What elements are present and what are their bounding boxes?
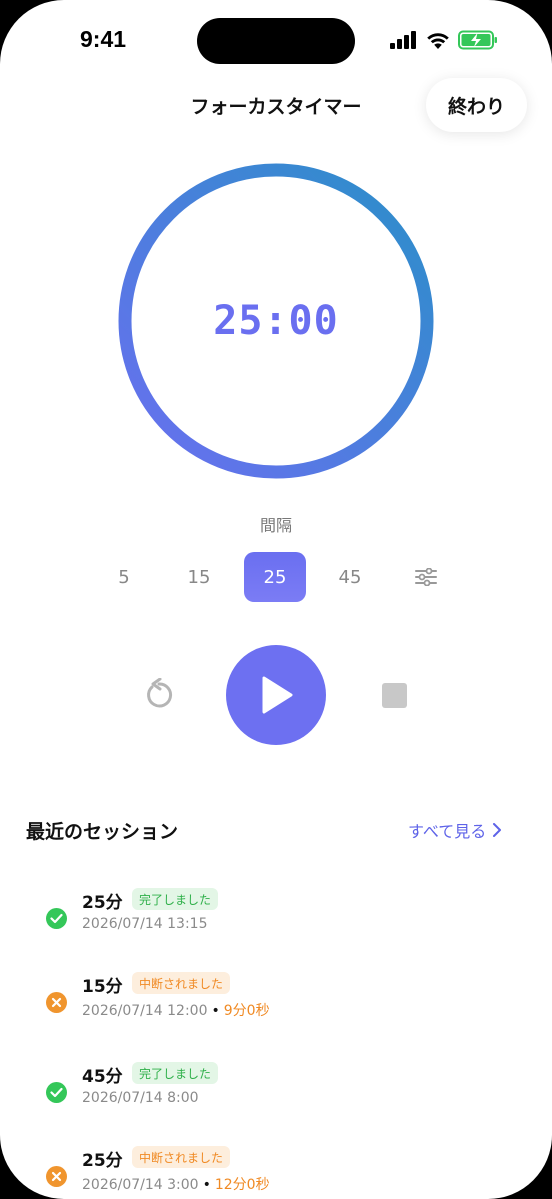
session-item[interactable]: 25分 中断されました 2026/07/14 3:00 • 12分0秒 — [46, 1146, 526, 1199]
interval-settings-button[interactable] — [410, 552, 442, 602]
play-icon — [262, 676, 293, 714]
x-circle-icon — [46, 992, 67, 1013]
phone-screen: 9:41 フォーカスタイマー 終わり 25:00 間隔 5 15 25 45 最… — [0, 0, 552, 1199]
session-elapsed: 9分0秒 — [223, 1003, 270, 1019]
session-duration: 45分 — [82, 1067, 123, 1087]
session-duration: 15分 — [82, 977, 123, 997]
check-circle-icon — [46, 1082, 67, 1103]
reset-icon — [147, 678, 173, 708]
interval-option-5[interactable]: 5 — [93, 552, 155, 602]
stop-button[interactable] — [382, 683, 407, 708]
x-circle-icon — [46, 1166, 67, 1187]
reset-button[interactable] — [140, 676, 178, 714]
session-item[interactable]: 15分 中断されました 2026/07/14 12:00 • 9分0秒 — [46, 972, 526, 1032]
session-meta: 2026/07/14 8:00 — [82, 1090, 199, 1106]
meta-separator: • — [202, 1177, 211, 1193]
wifi-icon — [427, 32, 449, 49]
meta-separator: • — [211, 1003, 220, 1019]
session-item[interactable]: 45分 完了しました 2026/07/14 8:00 — [46, 1062, 526, 1122]
session-duration: 25分 — [82, 1151, 123, 1171]
session-duration: 25分 — [82, 893, 123, 913]
battery-charging-icon — [458, 30, 497, 50]
session-datetime: 2026/07/14 12:00 — [82, 1003, 208, 1019]
interval-label: 間隔 — [259, 516, 292, 535]
session-datetime: 2026/07/14 8:00 — [82, 1090, 199, 1106]
see-all-label: すべて見る — [408, 822, 487, 841]
session-datetime: 2026/07/14 3:00 — [82, 1177, 199, 1193]
see-all-link[interactable]: すべて見る — [408, 818, 502, 842]
status-badge: 完了しました — [132, 888, 219, 910]
status-badge: 中断されました — [132, 972, 231, 994]
timer-display: 25:00 — [213, 298, 339, 344]
play-button[interactable] — [226, 645, 326, 745]
chevron-right-icon — [493, 823, 502, 837]
check-circle-icon — [46, 908, 67, 929]
session-elapsed: 12分0秒 — [214, 1177, 270, 1193]
dynamic-island — [197, 18, 355, 64]
interval-option-15[interactable]: 15 — [168, 552, 230, 602]
interval-option-45[interactable]: 45 — [319, 552, 381, 602]
interval-selector: 5 15 25 45 — [0, 552, 552, 602]
recent-sessions-title: 最近のセッション — [26, 821, 179, 843]
interval-option-25[interactable]: 25 — [244, 552, 306, 602]
status-badge: 完了しました — [132, 1062, 219, 1084]
status-badge: 中断されました — [132, 1146, 231, 1168]
end-button[interactable]: 終わり — [426, 78, 527, 132]
status-icons — [390, 28, 498, 52]
sliders-icon — [415, 568, 437, 586]
session-item[interactable]: 25分 完了しました 2026/07/14 13:15 — [46, 888, 526, 948]
signal-icon — [390, 31, 416, 49]
session-meta: 2026/07/14 12:00 • 9分0秒 — [82, 1000, 270, 1020]
session-meta: 2026/07/14 13:15 — [82, 916, 208, 932]
session-meta: 2026/07/14 3:00 • 12分0秒 — [82, 1174, 270, 1194]
status-time: 9:41 — [80, 26, 127, 52]
session-datetime: 2026/07/14 13:15 — [82, 916, 208, 932]
